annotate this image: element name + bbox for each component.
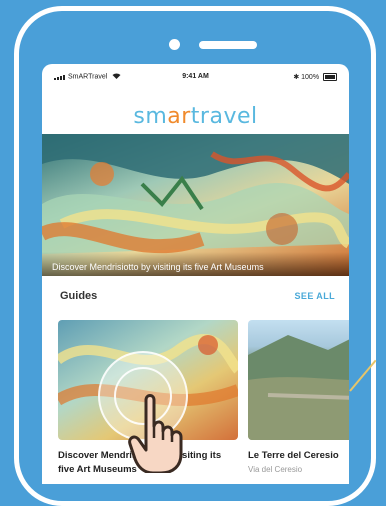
guide-card-title: Le Terre del Ceresio — [248, 450, 339, 461]
app-screen: SmARTravel 9:41 AM ✱ 100% smartravel Dis… — [42, 64, 349, 484]
battery-icon — [323, 73, 337, 82]
guides-title: Guides — [60, 290, 98, 302]
guide-card-image — [248, 320, 349, 440]
front-camera-icon — [169, 39, 180, 50]
see-all-link[interactable]: SEE ALL — [295, 291, 335, 301]
hero-banner[interactable]: Discover Mendrisiotto by visiting its fi… — [42, 134, 349, 276]
guide-card[interactable]: Le Terre del Ceresio Via del Ceresio — [248, 320, 349, 474]
status-bar: SmARTravel 9:41 AM ✱ 100% — [42, 64, 349, 88]
hand-pointer-icon — [128, 394, 183, 473]
logo-text-part2: ar — [167, 104, 191, 129]
logo-text-part1: sm — [133, 104, 168, 129]
bluetooth-icon: ✱ — [293, 74, 300, 81]
hero-caption: Discover Mendrisiotto by visiting its fi… — [42, 252, 349, 276]
logo-text-part3: travel — [190, 104, 258, 129]
battery-percent: 100% — [301, 74, 320, 81]
speaker-icon — [199, 41, 257, 49]
guides-header: Guides SEE ALL — [42, 286, 349, 308]
app-logo: smartravel — [42, 104, 349, 129]
status-right: ✱ 100% — [293, 73, 337, 82]
